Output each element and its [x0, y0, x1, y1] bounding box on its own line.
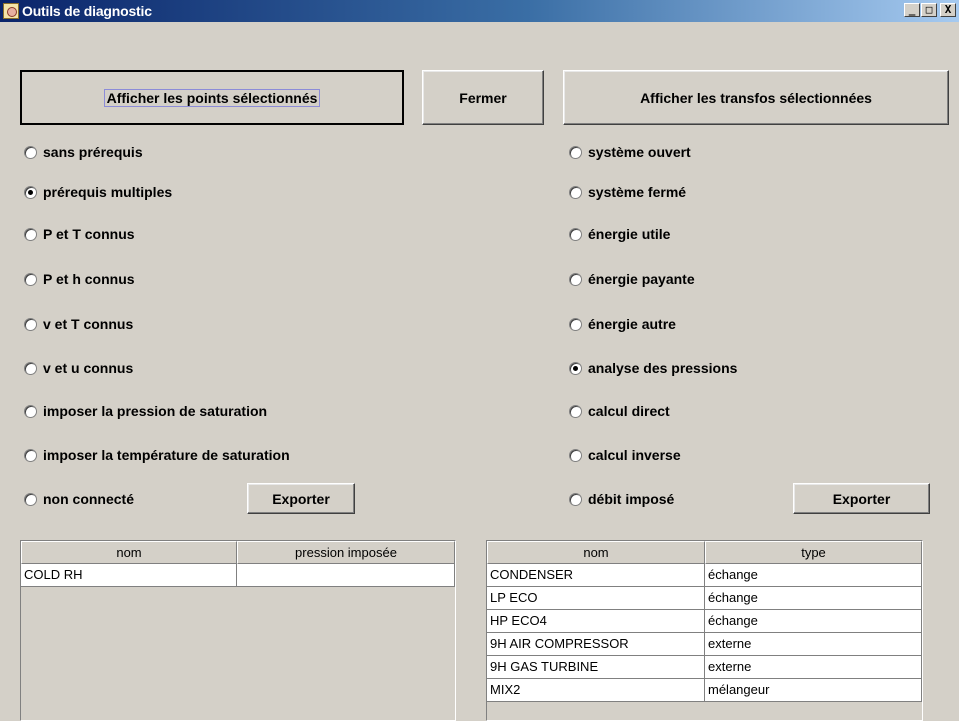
radio-button[interactable] [24, 492, 37, 506]
show-selected-points-label: Afficher les points sélectionnés [103, 88, 321, 107]
window-title: Outils de diagnostic [22, 3, 152, 19]
table-cell[interactable]: 9H GAS TURBINE [487, 656, 705, 679]
right-option[interactable]: débit imposé [569, 491, 674, 507]
app-icon [3, 3, 19, 19]
transfos-table-header: nom type [487, 541, 922, 564]
table-cell[interactable]: échange [705, 587, 922, 610]
option-label: v et T connus [43, 316, 134, 332]
table-cell[interactable]: externe [705, 633, 922, 656]
column-header-pression-imposee[interactable]: pression imposée [237, 541, 455, 564]
table-cell[interactable]: 9H AIR COMPRESSOR [487, 633, 705, 656]
export-left-button[interactable]: Exporter [247, 483, 355, 514]
radio-button[interactable] [569, 145, 582, 159]
table-row[interactable]: COLD RH [21, 564, 455, 587]
table-cell[interactable]: échange [705, 564, 922, 587]
radio-button[interactable] [569, 227, 582, 241]
option-label: analyse des pressions [588, 360, 738, 376]
right-option[interactable]: énergie utile [569, 226, 670, 242]
points-table: nom pression imposée COLD RH [20, 540, 456, 721]
left-option[interactable]: v et u connus [24, 360, 133, 376]
radio-button[interactable] [24, 145, 37, 159]
option-label: énergie autre [588, 316, 676, 332]
right-option[interactable]: analyse des pressions [569, 360, 737, 376]
option-label: imposer la température de saturation [43, 447, 290, 463]
radio-button[interactable] [24, 185, 37, 199]
radio-button[interactable] [569, 272, 582, 286]
left-option[interactable]: imposer la pression de saturation [24, 403, 267, 419]
radio-button[interactable] [569, 448, 582, 462]
radio-button[interactable] [24, 272, 37, 286]
right-option[interactable]: système ouvert [569, 144, 691, 160]
option-label: P et h connus [43, 271, 135, 287]
table-cell[interactable] [237, 564, 455, 587]
right-option[interactable]: calcul direct [569, 403, 670, 419]
radio-button[interactable] [569, 185, 582, 199]
transfos-table: nom type CONDENSER échange LP ECO échange HP… [486, 540, 923, 721]
left-option[interactable]: sans prérequis [24, 144, 143, 160]
table-row[interactable]: 9H AIR COMPRESSOR externe [487, 633, 922, 656]
table-cell[interactable]: COLD RH [21, 564, 237, 587]
title-bar: Outils de diagnostic _ □ X [0, 0, 959, 22]
left-option[interactable]: P et h connus [24, 271, 135, 287]
radio-button[interactable] [24, 227, 37, 241]
left-option[interactable]: v et T connus [24, 316, 133, 332]
column-header-type[interactable]: type [705, 541, 922, 564]
table-cell[interactable]: LP ECO [487, 587, 705, 610]
show-selected-points-button[interactable]: Afficher les points sélectionnés [20, 70, 404, 125]
option-label: prérequis multiples [43, 184, 173, 200]
table-row[interactable]: HP ECO4 échange [487, 610, 922, 633]
option-label: calcul inverse [588, 447, 681, 463]
radio-button[interactable] [569, 404, 582, 418]
right-option[interactable]: calcul inverse [569, 447, 681, 463]
column-header-nom[interactable]: nom [21, 541, 237, 564]
left-option[interactable]: prérequis multiples [24, 184, 172, 200]
table-cell[interactable]: échange [705, 610, 922, 633]
maximize-button[interactable]: □ [921, 3, 937, 17]
table-row[interactable]: CONDENSER échange [487, 564, 922, 587]
table-cell[interactable]: mélangeur [705, 679, 922, 702]
option-label: système fermé [588, 184, 687, 200]
radio-button[interactable] [24, 317, 37, 331]
option-label: P et T connus [43, 226, 135, 242]
option-label: débit imposé [588, 491, 675, 507]
option-label: sans prérequis [43, 144, 143, 160]
table-cell[interactable]: MIX2 [487, 679, 705, 702]
radio-button[interactable] [24, 404, 37, 418]
radio-button[interactable] [569, 492, 582, 506]
option-label: imposer la pression de saturation [43, 403, 268, 419]
show-selected-transfos-button[interactable]: Afficher les transfos sélectionnées [563, 70, 949, 125]
minimize-button[interactable]: _ [904, 3, 920, 17]
table-row[interactable]: MIX2 mélangeur [487, 679, 922, 702]
table-row[interactable]: LP ECO échange [487, 587, 922, 610]
left-option[interactable]: P et T connus [24, 226, 135, 242]
points-table-header: nom pression imposée [21, 541, 455, 564]
option-label: énergie payante [588, 271, 695, 287]
radio-button[interactable] [24, 361, 37, 375]
right-option[interactable]: énergie payante [569, 271, 695, 287]
points-table-body: COLD RH [21, 564, 455, 587]
close-window-button[interactable]: X [940, 3, 956, 17]
left-option[interactable]: imposer la température de saturation [24, 447, 290, 463]
option-label: v et u connus [43, 360, 134, 376]
option-label: énergie utile [588, 226, 671, 242]
radio-button[interactable] [24, 448, 37, 462]
option-label: calcul direct [588, 403, 670, 419]
table-row[interactable]: 9H GAS TURBINE externe [487, 656, 922, 679]
transfos-table-body: CONDENSER échange LP ECO échange HP ECO4 écha… [487, 564, 922, 702]
option-label: non connecté [43, 491, 135, 507]
close-button[interactable]: Fermer [422, 70, 544, 125]
option-label: système ouvert [588, 144, 691, 160]
radio-button[interactable] [569, 317, 582, 331]
left-option[interactable]: non connecté [24, 491, 134, 507]
column-header-nom[interactable]: nom [487, 541, 705, 564]
radio-button[interactable] [569, 361, 582, 375]
right-option[interactable]: énergie autre [569, 316, 676, 332]
table-cell[interactable]: HP ECO4 [487, 610, 705, 633]
table-cell[interactable]: externe [705, 656, 922, 679]
table-cell[interactable]: CONDENSER [487, 564, 705, 587]
export-right-button[interactable]: Exporter [793, 483, 930, 514]
right-option[interactable]: système fermé [569, 184, 686, 200]
